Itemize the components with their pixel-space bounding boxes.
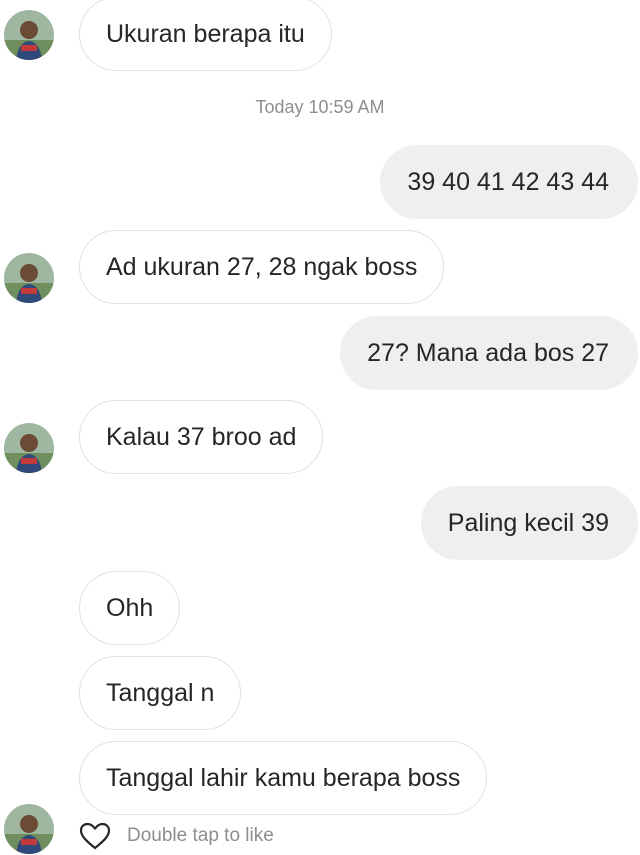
contact-avatar[interactable] (4, 253, 54, 303)
message-text: Ohh (106, 593, 154, 622)
heart-outline-icon[interactable] (79, 822, 111, 850)
message-text: Tanggal lahir kamu berapa boss (106, 763, 461, 792)
message-bubble-outgoing[interactable]: 27? Mana ada bos 27 (340, 316, 638, 390)
message-bubble-incoming[interactable]: Kalau 37 broo ad (79, 400, 324, 474)
message-text: 27? Mana ada bos 27 (367, 338, 609, 367)
contact-avatar[interactable] (4, 804, 54, 854)
like-hint-text: Double tap to like (127, 825, 274, 846)
message-text: 39 40 41 42 43 44 (407, 167, 609, 196)
message-timestamp: Today 10:59 AM (255, 97, 385, 117)
message-bubble-outgoing[interactable]: Paling kecil 39 (420, 486, 638, 560)
message-bubble-incoming[interactable]: Tanggal lahir kamu berapa boss (79, 741, 488, 815)
message-text: Paling kecil 39 (447, 508, 609, 537)
message-text: Ukuran berapa itu (106, 19, 305, 48)
message-bubble-outgoing[interactable]: 39 40 41 42 43 44 (380, 145, 638, 219)
contact-avatar[interactable] (4, 10, 54, 60)
message-bubble-incoming[interactable]: Tanggal n (79, 656, 242, 730)
message-text: Ad ukuran 27, 28 ngak boss (106, 252, 418, 281)
contact-avatar[interactable] (4, 423, 54, 473)
like-hint-row: Double tap to like (79, 822, 274, 850)
message-bubble-incoming[interactable]: Ad ukuran 27, 28 ngak boss (79, 230, 445, 304)
message-bubble-incoming[interactable]: Ukuran berapa itu (79, 0, 332, 71)
message-text: Kalau 37 broo ad (106, 422, 297, 451)
message-text: Tanggal n (106, 678, 215, 707)
message-bubble-incoming[interactable]: Ohh (79, 571, 181, 645)
